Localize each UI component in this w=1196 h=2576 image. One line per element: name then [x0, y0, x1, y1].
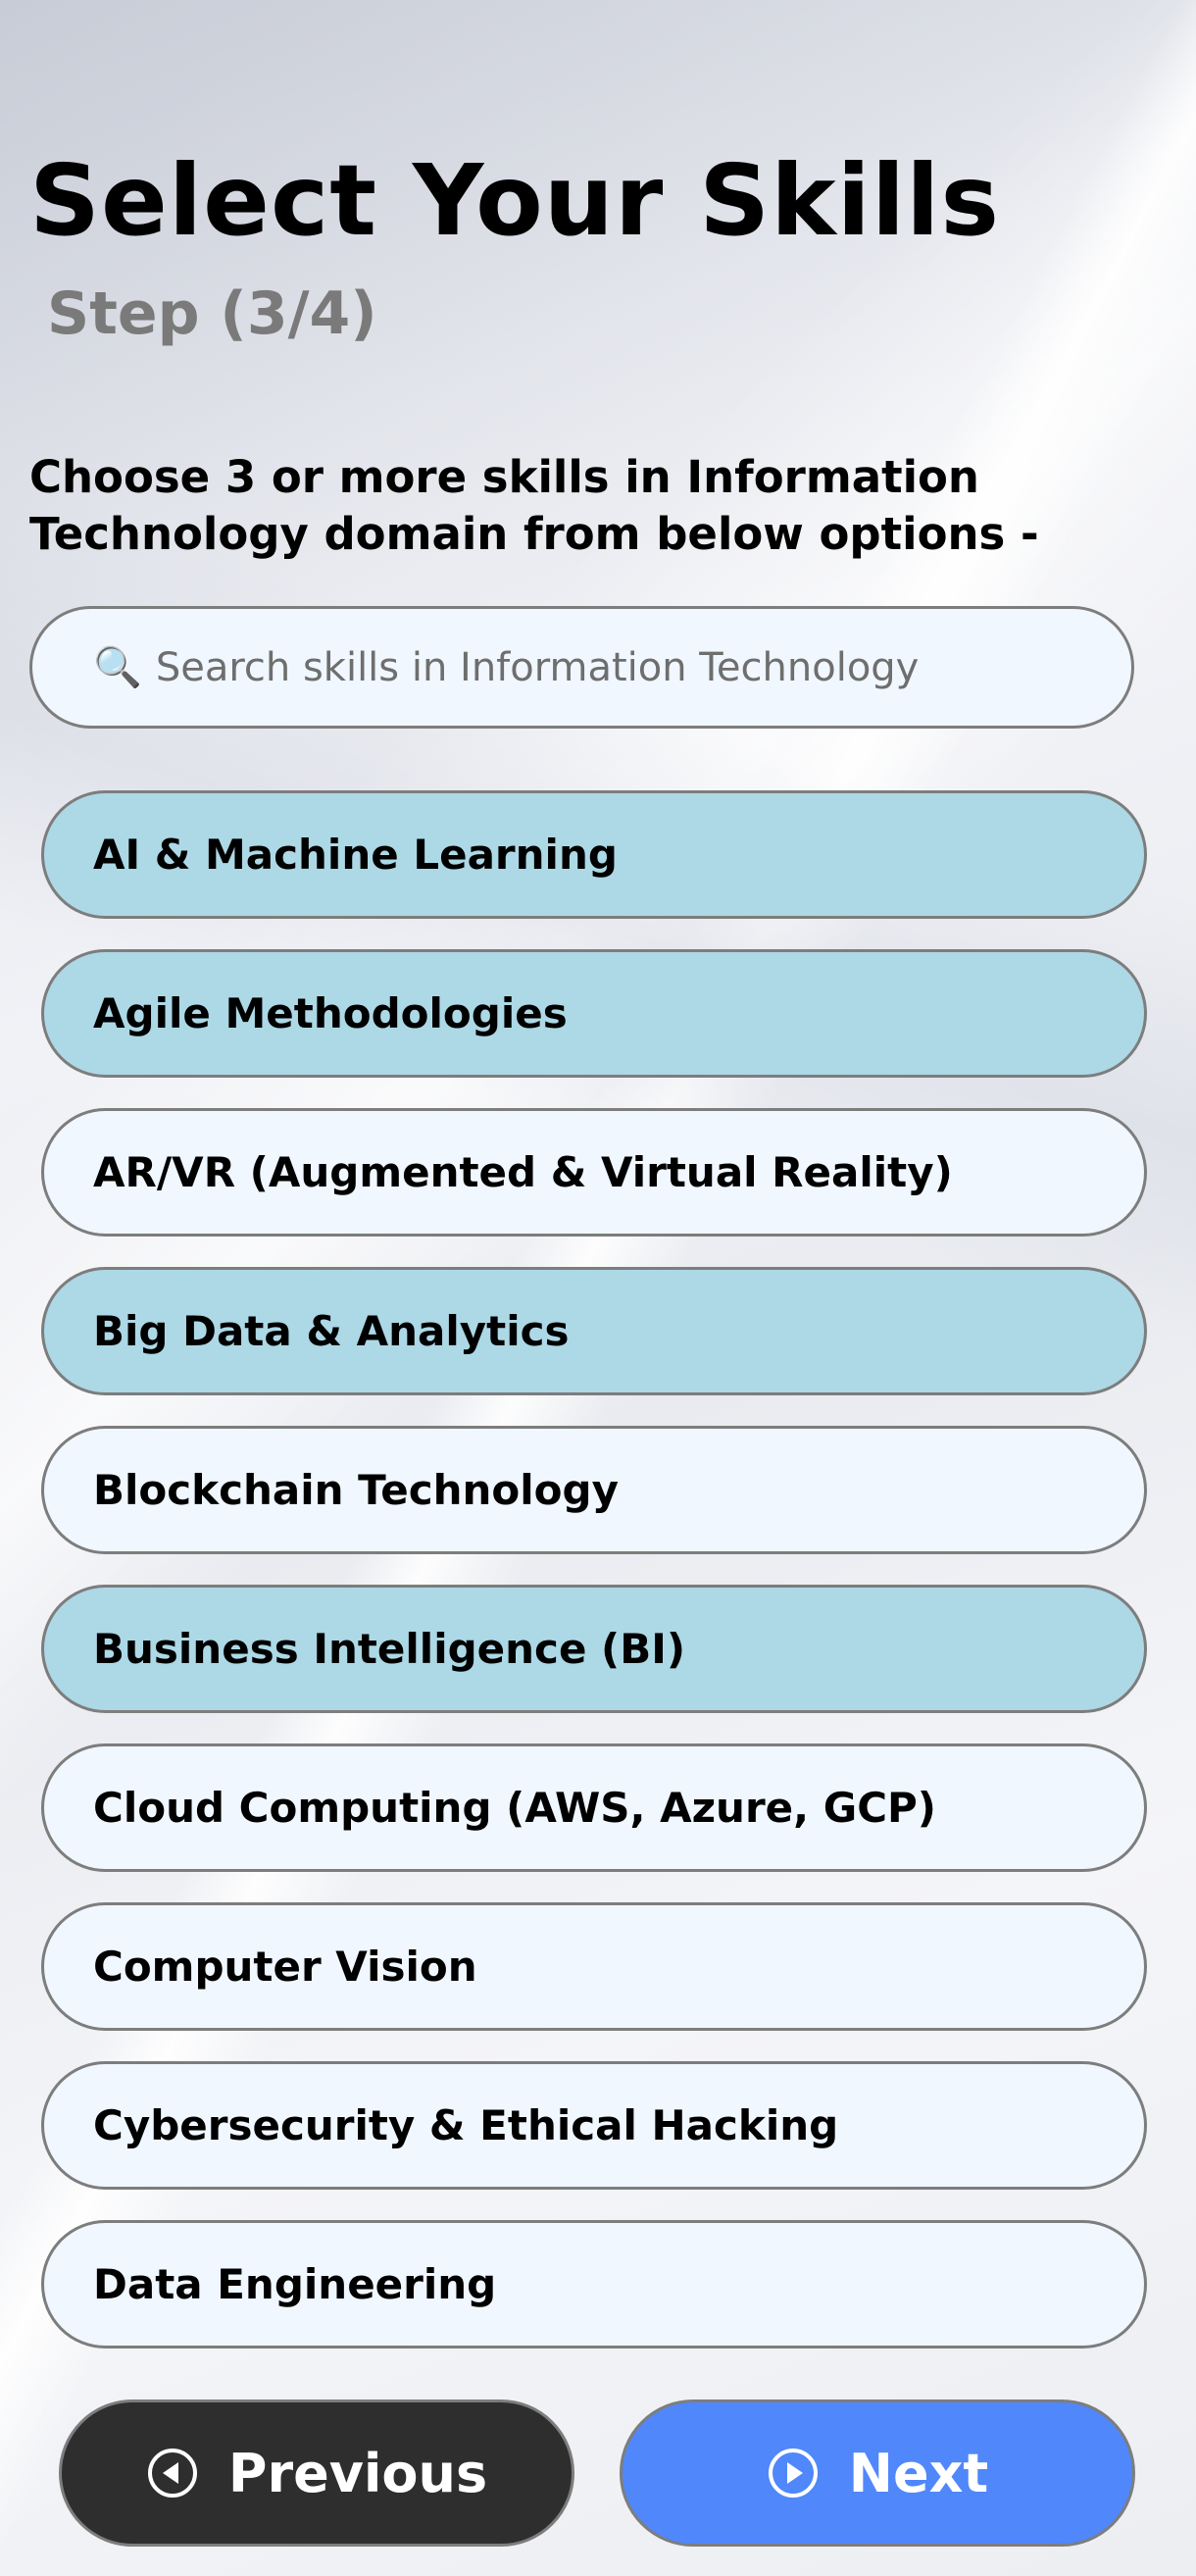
- skill-option-blockchain[interactable]: Blockchain Technology: [41, 1426, 1147, 1554]
- skill-label: Agile Methodologies: [93, 989, 568, 1037]
- skill-option-agile-methodologies[interactable]: Agile Methodologies: [41, 949, 1147, 1078]
- skill-label: Big Data & Analytics: [93, 1307, 570, 1355]
- search-icon: 🔍: [93, 645, 142, 690]
- search-input[interactable]: [153, 643, 1089, 691]
- skill-label: Data Engineering: [93, 2260, 497, 2308]
- next-label: Next: [848, 2442, 989, 2504]
- next-button[interactable]: Next: [620, 2399, 1135, 2547]
- skill-label: Cloud Computing (AWS, Azure, GCP): [93, 1784, 936, 1832]
- skill-option-data-engineering[interactable]: Data Engineering: [41, 2220, 1147, 2349]
- skill-label: Blockchain Technology: [93, 1466, 619, 1514]
- skill-label: Business Intelligence (BI): [93, 1625, 686, 1673]
- skill-option-business-intelligence[interactable]: Business Intelligence (BI): [41, 1585, 1147, 1713]
- skill-option-computer-vision[interactable]: Computer Vision: [41, 1902, 1147, 2031]
- instructions-text: Choose 3 or more skills in Information T…: [29, 451, 1039, 560]
- skill-label: Computer Vision: [93, 1943, 477, 1991]
- circle-arrow-left-icon: [147, 2449, 197, 2498]
- search-bar[interactable]: 🔍: [29, 606, 1134, 729]
- previous-button[interactable]: Previous: [59, 2399, 574, 2547]
- skill-label: AR/VR (Augmented & Virtual Reality): [93, 1148, 953, 1196]
- circle-arrow-right-icon: [768, 2449, 818, 2498]
- skill-label: AI & Machine Learning: [93, 831, 618, 879]
- skill-option-ai-machine-learning[interactable]: AI & Machine Learning: [41, 790, 1147, 919]
- skill-label: Cybersecurity & Ethical Hacking: [93, 2101, 839, 2149]
- skill-option-cybersecurity[interactable]: Cybersecurity & Ethical Hacking: [41, 2061, 1147, 2190]
- skill-option-ar-vr[interactable]: AR/VR (Augmented & Virtual Reality): [41, 1108, 1147, 1237]
- page-title: Select Your Skills: [29, 143, 1000, 258]
- skill-option-cloud-computing[interactable]: Cloud Computing (AWS, Azure, GCP): [41, 1743, 1147, 1872]
- skills-list: AI & Machine Learning Agile Methodologie…: [41, 790, 1147, 2379]
- step-indicator: Step (3/4): [47, 279, 377, 348]
- skill-option-big-data-analytics[interactable]: Big Data & Analytics: [41, 1267, 1147, 1395]
- previous-label: Previous: [227, 2442, 488, 2504]
